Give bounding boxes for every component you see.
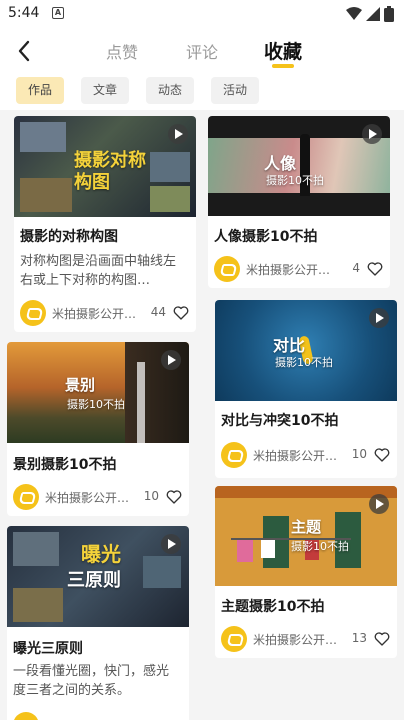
heart-icon[interactable] <box>373 630 391 648</box>
thumb-tile <box>13 588 63 622</box>
post-description: 一段看懂光圈，快门，感光度三者之间的关系。 <box>13 664 170 698</box>
thumb-laundry <box>261 540 275 558</box>
like-count: 13 <box>351 631 367 645</box>
heart-icon[interactable] <box>373 446 391 464</box>
post-card[interactable]: 景别 摄影10不拍 景别摄影10不拍 米拍摄影公开… 10 <box>7 342 189 516</box>
thumbnail-overlay-subtitle: 摄影10不拍 <box>67 398 125 411</box>
header: 点赞 评论 收藏 <box>0 28 404 74</box>
post-title: 对比与冲突10不拍 <box>221 413 339 429</box>
thumb-tile <box>13 532 59 566</box>
thumbnail-overlay-title: 摄影对称构图 <box>74 150 146 193</box>
post-card[interactable]: 曝光 三原则 曝光三原则 一段看懂光圈，快门，感光度三者之间的关系。 <box>7 526 189 720</box>
author-avatar[interactable] <box>214 256 240 282</box>
thumbnail-overlay-subtitle: 摄影10不拍 <box>291 540 349 553</box>
post-thumbnail: 景别 摄影10不拍 <box>7 342 189 443</box>
post-thumbnail: 主题 摄影10不拍 <box>215 486 397 586</box>
filter-chip-works[interactable]: 作品 <box>16 77 64 104</box>
author-avatar[interactable] <box>13 712 39 720</box>
like-count: 10 <box>143 489 159 503</box>
thumb-tile <box>143 556 181 588</box>
author-avatar[interactable] <box>13 484 39 510</box>
filter-bar: 作品 文章 动态 活动 <box>0 74 404 110</box>
author-row: 米拍摄影公开… 4 <box>214 256 384 282</box>
play-icon[interactable] <box>161 534 181 554</box>
like-count: 44 <box>150 305 166 319</box>
status-icons <box>346 6 394 22</box>
thumb-tile <box>20 178 72 212</box>
author-avatar[interactable] <box>221 626 247 652</box>
wifi-icon <box>346 7 362 20</box>
post-thumbnail: 对比 摄影10不拍 <box>215 300 397 401</box>
post-thumbnail: 摄影对称构图 <box>14 116 196 217</box>
heart-icon[interactable] <box>165 488 183 506</box>
author-name[interactable]: 米拍摄影公开… <box>246 261 336 278</box>
post-thumbnail: 曝光 三原则 <box>7 526 189 627</box>
signal-icon <box>366 7 380 21</box>
thumbnail-overlay-subtitle: 摄影10不拍 <box>266 174 324 187</box>
author-row: 米拍摄影公开… 44 <box>20 300 190 326</box>
tab-favorites[interactable]: 收藏 <box>264 37 302 64</box>
thumbnail-overlay-title: 主题 <box>291 518 322 536</box>
thumb-tile <box>20 122 66 152</box>
thumbnail-overlay-title: 对比 <box>273 336 306 355</box>
author-avatar[interactable] <box>20 300 46 326</box>
post-title: 摄影的对称构图 <box>20 229 118 245</box>
author-row: 米拍摄影公开… 13 <box>221 626 391 652</box>
thumbnail-overlay-subtitle: 摄影10不拍 <box>275 356 333 369</box>
post-card[interactable]: 主题 摄影10不拍 主题摄影10不拍 米拍摄影公开… 13 <box>215 486 397 658</box>
author-row: 米拍摄影公开… 10 <box>221 442 391 468</box>
thumbnail-overlay-title: 曝光 <box>81 542 121 566</box>
post-thumbnail: 人像 摄影10不拍 <box>208 116 390 216</box>
filter-chip-events[interactable]: 活动 <box>211 77 259 104</box>
like-count: 4 <box>352 261 360 275</box>
author-name[interactable]: 米拍摄影公开… <box>52 305 142 322</box>
thumbnail-overlay-subtitle: 三原则 <box>67 570 121 591</box>
app-screen: 5:44 A 点赞 评论 收藏 作品 文章 动态 活动 摄影对称构图 摄影的对称… <box>0 0 404 720</box>
post-card[interactable]: 人像 摄影10不拍 人像摄影10不拍 米拍摄影公开… 4 <box>208 116 390 288</box>
status-bar: 5:44 A <box>0 0 404 28</box>
post-description: 对称构图是沿画面中轴线左右或上下对称的构图… <box>20 254 177 288</box>
active-tab-indicator <box>272 64 294 68</box>
author-row: 米拍摄影公开… 10 <box>13 484 183 510</box>
filter-chip-articles[interactable]: 文章 <box>81 77 129 104</box>
thumb-tile <box>150 152 190 182</box>
play-icon[interactable] <box>362 124 382 144</box>
thumb-tile <box>150 186 190 212</box>
author-name[interactable]: 米拍摄影公开… <box>253 631 343 648</box>
play-icon[interactable] <box>161 350 181 370</box>
filter-chip-moments[interactable]: 动态 <box>146 77 194 104</box>
tab-likes[interactable]: 点赞 <box>106 39 138 63</box>
thumb-waterfall <box>137 362 145 443</box>
author-avatar[interactable] <box>221 442 247 468</box>
post-card[interactable]: 对比 摄影10不拍 对比与冲突10不拍 米拍摄影公开… 10 <box>215 300 397 478</box>
status-time: 5:44 <box>8 5 40 21</box>
heart-icon[interactable] <box>366 260 384 278</box>
tab-bar: 点赞 评论 收藏 <box>0 28 404 74</box>
thumb-awning <box>215 486 397 498</box>
tab-comments[interactable]: 评论 <box>186 39 218 63</box>
thumbnail-overlay-title: 景别 <box>65 376 96 394</box>
author-name[interactable]: 米拍摄影公开… <box>45 489 135 506</box>
battery-icon <box>384 6 394 22</box>
thumbnail-overlay-title: 人像 <box>264 154 297 173</box>
author-name[interactable]: 米拍摄影公开… <box>253 447 343 464</box>
notification-icon: A <box>52 7 64 19</box>
post-title: 人像摄影10不拍 <box>214 229 318 245</box>
like-count: 10 <box>351 447 367 461</box>
post-title: 曝光三原则 <box>13 641 83 657</box>
play-icon[interactable] <box>369 494 389 514</box>
post-title: 景别摄影10不拍 <box>13 457 117 473</box>
heart-icon[interactable] <box>172 304 190 322</box>
thumb-laundry <box>237 540 253 562</box>
play-icon[interactable] <box>168 124 188 144</box>
post-title: 主题摄影10不拍 <box>221 599 325 615</box>
post-card[interactable]: 摄影对称构图 摄影的对称构图 对称构图是沿画面中轴线左右或上下对称的构图… 米拍… <box>14 116 196 332</box>
play-icon[interactable] <box>369 308 389 328</box>
